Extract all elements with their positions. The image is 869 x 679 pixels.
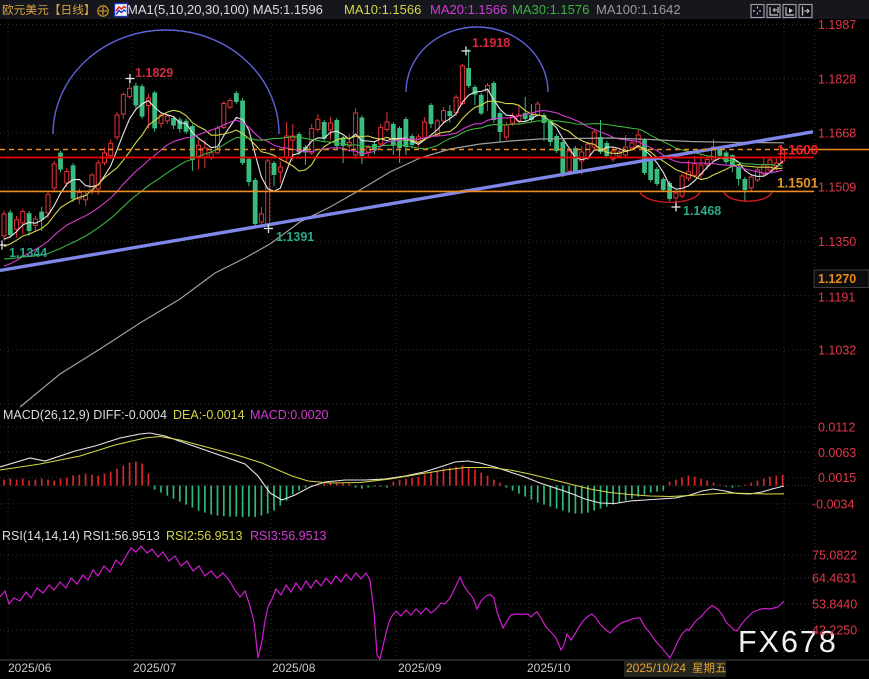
svg-text:1.1468: 1.1468 [683, 204, 721, 218]
svg-text:MA20:1.1566: MA20:1.1566 [430, 2, 507, 17]
svg-text:2025/10/24: 2025/10/24 [626, 661, 686, 675]
svg-text:2025/10: 2025/10 [527, 661, 571, 675]
svg-text:0.0112: 0.0112 [818, 421, 855, 435]
svg-text:0.0063: 0.0063 [818, 446, 856, 460]
svg-text:53.8440: 53.8440 [812, 598, 857, 612]
svg-text:1.1191: 1.1191 [818, 291, 855, 305]
svg-text:2025/09: 2025/09 [398, 661, 442, 675]
svg-text:2025/07: 2025/07 [133, 661, 177, 675]
svg-text:-0.0034: -0.0034 [812, 497, 854, 511]
svg-text:1.1668: 1.1668 [818, 127, 856, 141]
svg-text:MA1(5,10,20,30,100) MA5:1.159: MA1(5,10,20,30,100) MA5:1.1596 [127, 2, 323, 17]
svg-text:1.1344: 1.1344 [9, 246, 47, 260]
svg-text:0.0015: 0.0015 [818, 471, 856, 485]
svg-text:MA10:1.1566: MA10:1.1566 [344, 2, 421, 17]
svg-text:RSI(14,14,14) RSI1:56.9513: RSI(14,14,14) RSI1:56.9513 [2, 529, 160, 543]
svg-text:2025/06: 2025/06 [8, 661, 52, 675]
svg-text:1.1600: 1.1600 [777, 143, 818, 158]
svg-text:RSI3:56.9513: RSI3:56.9513 [250, 529, 326, 543]
svg-text:1.1032: 1.1032 [818, 344, 856, 358]
svg-text:DEA:-0.0014: DEA:-0.0014 [173, 408, 245, 422]
svg-text:1.1501: 1.1501 [777, 176, 819, 191]
svg-text:MA30:1.1576: MA30:1.1576 [512, 2, 589, 17]
svg-text:1.1918: 1.1918 [472, 36, 510, 50]
svg-text:RSI2:56.9513: RSI2:56.9513 [166, 529, 242, 543]
svg-text:75.0822: 75.0822 [812, 549, 857, 563]
svg-text:MA100:1.1642: MA100:1.1642 [596, 2, 681, 17]
svg-text:MACD(26,12,9) DIFF:-0.0004: MACD(26,12,9) DIFF:-0.0004 [3, 408, 167, 422]
svg-text:1.1391: 1.1391 [276, 230, 314, 244]
svg-text:1.1350: 1.1350 [818, 235, 856, 249]
svg-text:2025/08: 2025/08 [272, 661, 316, 675]
svg-text:MACD:0.0020: MACD:0.0020 [250, 408, 329, 422]
svg-text:42.2250: 42.2250 [812, 624, 857, 638]
svg-text:1.1509: 1.1509 [818, 181, 856, 195]
svg-text:1.1828: 1.1828 [818, 72, 856, 86]
svg-text:1.1829: 1.1829 [135, 66, 173, 80]
svg-text:1.1987: 1.1987 [818, 18, 856, 32]
svg-text:64.4631: 64.4631 [812, 572, 857, 586]
svg-text:1.1270: 1.1270 [818, 272, 856, 286]
